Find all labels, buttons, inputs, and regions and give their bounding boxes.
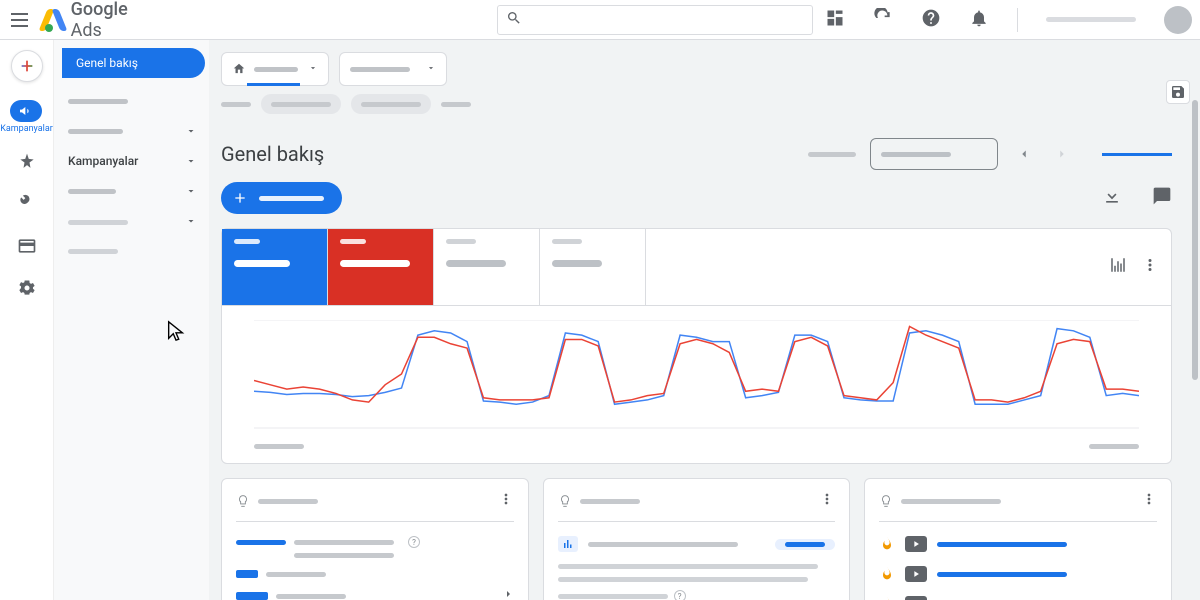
ads-a-icon bbox=[43, 9, 64, 31]
video-icon bbox=[905, 566, 927, 582]
chevron-down-icon bbox=[185, 155, 197, 167]
caret-down-icon bbox=[426, 62, 436, 77]
rail-goals[interactable] bbox=[17, 152, 37, 176]
search-input[interactable] bbox=[497, 5, 813, 35]
lightbulb-icon bbox=[558, 494, 572, 508]
help-icon[interactable] bbox=[921, 8, 941, 32]
more-icon[interactable] bbox=[1141, 256, 1159, 278]
insight-card-1: ? bbox=[221, 478, 529, 600]
performance-chart-card bbox=[221, 228, 1172, 464]
account-select[interactable] bbox=[221, 52, 329, 86]
bar-chart-icon bbox=[558, 536, 578, 552]
chevron-down-icon bbox=[185, 125, 197, 137]
lightbulb-icon bbox=[236, 494, 250, 508]
refresh-icon[interactable] bbox=[873, 8, 893, 32]
header-actions bbox=[825, 6, 1192, 34]
sidebar-item-2[interactable] bbox=[54, 116, 209, 146]
nav-rail: Kampanyalar bbox=[0, 40, 54, 600]
caret-down-icon bbox=[308, 62, 318, 77]
fire-icon bbox=[879, 536, 895, 552]
bc-segment[interactable] bbox=[441, 102, 471, 107]
home-icon bbox=[232, 62, 246, 76]
trending-item-2[interactable] bbox=[879, 566, 1157, 582]
suggestion-2[interactable] bbox=[236, 588, 514, 600]
scope-selectors bbox=[221, 52, 1172, 86]
status-badge bbox=[775, 539, 835, 550]
save-view-button[interactable] bbox=[1166, 80, 1190, 104]
reports-icon[interactable] bbox=[825, 8, 845, 32]
divider bbox=[1017, 8, 1018, 32]
scrollbar[interactable] bbox=[1190, 40, 1200, 600]
metric-tab-4[interactable] bbox=[540, 229, 646, 305]
sidebar: Genel bakış Kampanyalar bbox=[54, 40, 209, 600]
bc-segment[interactable] bbox=[221, 102, 251, 107]
chevron-down-icon bbox=[185, 215, 197, 227]
date-range-select[interactable] bbox=[870, 138, 998, 170]
search-icon bbox=[506, 10, 522, 30]
compare-toggle[interactable] bbox=[808, 152, 856, 157]
trending-item-1[interactable] bbox=[879, 536, 1157, 552]
breadcrumb bbox=[221, 94, 1172, 114]
x-start-label bbox=[254, 444, 304, 449]
rail-billing[interactable] bbox=[17, 236, 37, 260]
app-header: Google Ads bbox=[0, 0, 1200, 40]
rail-campaigns-label: Kampanyalar bbox=[0, 124, 53, 134]
megaphone-icon bbox=[10, 100, 42, 122]
rail-tools[interactable] bbox=[17, 194, 37, 218]
sidebar-item-5[interactable] bbox=[54, 206, 209, 236]
fire-icon bbox=[879, 566, 895, 582]
info-icon[interactable]: ? bbox=[408, 536, 420, 548]
metric-tab-2[interactable] bbox=[328, 229, 434, 305]
suggestion-1[interactable] bbox=[236, 570, 514, 578]
new-campaign-button[interactable] bbox=[221, 182, 342, 214]
insight-card-3 bbox=[864, 478, 1172, 600]
sidebar-item-1[interactable] bbox=[54, 86, 209, 116]
download-icon[interactable] bbox=[1102, 186, 1122, 210]
chevron-down-icon bbox=[185, 185, 197, 197]
fire-icon bbox=[879, 596, 895, 600]
chart-type-icon[interactable] bbox=[1109, 256, 1127, 278]
auto-apply-indicator bbox=[1102, 153, 1172, 156]
sidebar-overview-label: Genel bakış bbox=[76, 56, 138, 70]
rail-campaigns[interactable]: Kampanyalar bbox=[0, 100, 53, 134]
sidebar-item-6[interactable] bbox=[54, 236, 209, 266]
account-name[interactable] bbox=[1046, 17, 1136, 22]
campaign-select[interactable] bbox=[339, 52, 447, 86]
more-icon[interactable] bbox=[1141, 491, 1157, 511]
sidebar-overview[interactable]: Genel bakış bbox=[62, 48, 205, 78]
date-prev[interactable] bbox=[1012, 142, 1036, 166]
video-icon bbox=[905, 536, 927, 552]
lightbulb-icon bbox=[879, 494, 893, 508]
page-title: Genel bakış bbox=[221, 142, 324, 166]
insight-card-2: ? bbox=[543, 478, 851, 600]
avatar[interactable] bbox=[1164, 6, 1192, 34]
x-end-label bbox=[1089, 444, 1139, 449]
google-ads-logo[interactable]: Google Ads bbox=[43, 0, 160, 41]
feedback-icon[interactable] bbox=[1152, 186, 1172, 210]
line-chart bbox=[254, 320, 1139, 430]
notifications-icon[interactable] bbox=[969, 8, 989, 32]
sidebar-campaigns[interactable]: Kampanyalar bbox=[54, 146, 209, 176]
info-icon[interactable]: ? bbox=[674, 590, 686, 600]
logo-text: Google Ads bbox=[71, 0, 161, 41]
rail-admin[interactable] bbox=[17, 278, 37, 302]
create-fab[interactable] bbox=[11, 50, 43, 82]
more-icon[interactable] bbox=[498, 491, 514, 511]
image-icon bbox=[905, 596, 927, 600]
more-icon[interactable] bbox=[819, 491, 835, 511]
sidebar-campaigns-label: Kampanyalar bbox=[68, 154, 138, 168]
bc-chip-2[interactable] bbox=[351, 94, 431, 114]
plus-icon bbox=[18, 57, 36, 75]
metric-tab-3[interactable] bbox=[434, 229, 540, 305]
bc-chip-1[interactable] bbox=[261, 94, 341, 114]
plus-icon bbox=[231, 189, 249, 207]
date-next[interactable] bbox=[1050, 142, 1074, 166]
arrow-right-icon bbox=[502, 588, 514, 600]
trending-item-3[interactable] bbox=[879, 596, 1157, 600]
main-content: Genel bakış bbox=[209, 40, 1200, 600]
sidebar-item-4[interactable] bbox=[54, 176, 209, 206]
menu-icon[interactable] bbox=[8, 8, 31, 32]
metric-tab-1[interactable] bbox=[222, 229, 328, 305]
